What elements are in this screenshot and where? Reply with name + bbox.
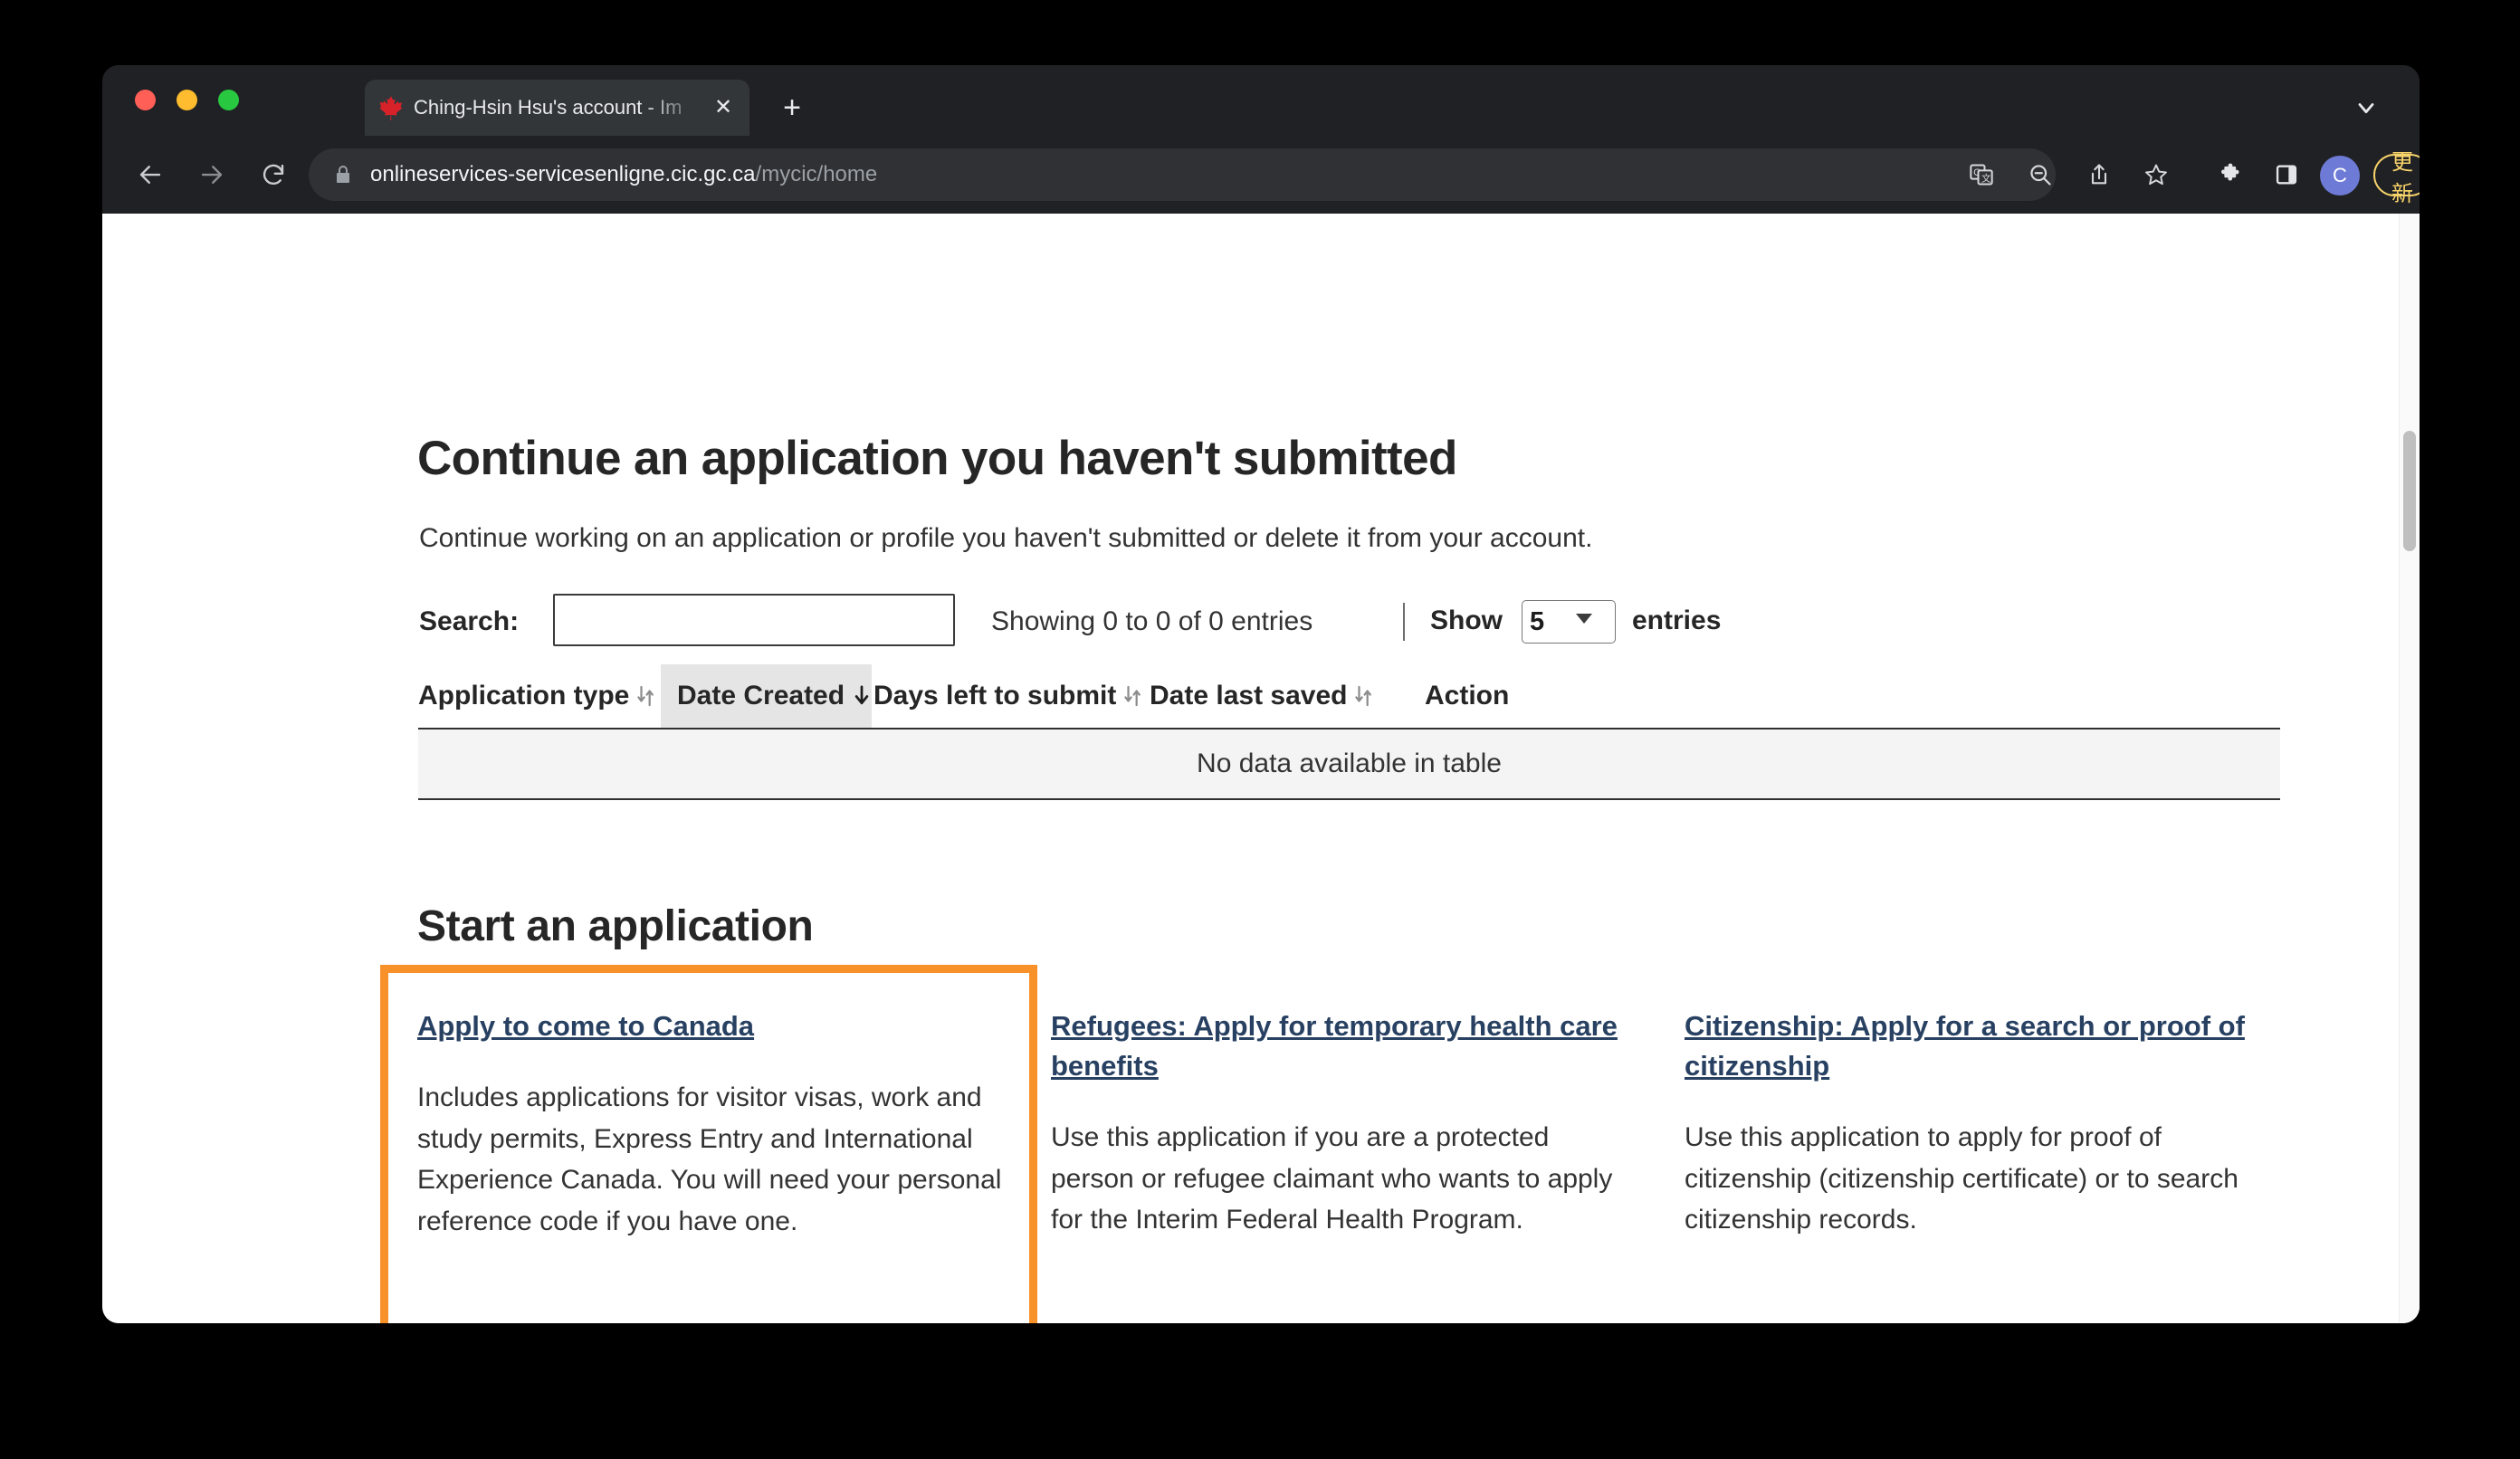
card-apply-to-come-to-canada: Apply to come to Canada Includes applica… [417,1006,1015,1242]
close-window-button[interactable] [135,90,156,110]
show-label: Show [1430,606,1503,635]
url-domain: onlineservices-servicesenligne.cic.gc.ca [370,162,756,186]
column-header-action: Action [1425,664,1509,728]
page-scrollbar[interactable] [2399,214,2420,1323]
page-content: Continue an application you haven't subm… [102,214,2400,1323]
column-header-date-last-saved[interactable]: Date last saved [1150,664,1374,728]
page-title: Continue an application you haven't subm… [417,432,1457,485]
chevron-down-icon[interactable] [2351,92,2382,123]
entries-suffix-label: entries [1632,606,1722,635]
applications-table: Application type Date Created Days left … [418,664,2280,800]
puzzle-icon[interactable] [2211,156,2249,194]
column-header-label: Action [1425,681,1510,710]
link-citizenship-proof[interactable]: Citizenship: Apply for a search or proof… [1685,1010,2245,1082]
address-bar[interactable]: onlineservices-servicesenligne.cic.gc.ca… [309,148,2056,201]
page-subtitle: Continue working on an application or pr… [419,523,1593,553]
address-bar-url: onlineservices-servicesenligne.cic.gc.ca… [370,162,877,187]
browser-window: Ching-Hsin Hsu's account - Im ✕ + online… [102,65,2420,1323]
search-label: Search: [419,606,520,636]
card-citizenship-proof: Citizenship: Apply for a search or proof… [1685,1006,2264,1241]
browser-tab[interactable]: Ching-Hsin Hsu's account - Im ✕ [365,80,749,136]
share-icon[interactable] [2080,156,2118,194]
table-empty-row: No data available in table [418,728,2280,800]
back-arrow-icon[interactable] [129,154,171,195]
sort-both-icon [636,684,656,708]
column-header-days-left-to-submit[interactable]: Days left to submit [873,664,1143,728]
page-viewport: Continue an application you haven't subm… [102,214,2420,1323]
table-header-row: Application type Date Created Days left … [418,664,2280,728]
url-path: /mycic/home [755,162,878,186]
minimize-window-button[interactable] [177,90,197,110]
column-header-label: Date last saved [1150,681,1348,710]
reload-icon[interactable] [253,154,294,195]
table-empty-message: No data available in table [1197,749,1502,778]
sort-both-icon [1123,684,1143,708]
table-controls: Search: Showing 0 to 0 of 0 entries Show… [419,594,2257,648]
browser-toolbar: onlineservices-servicesenligne.cic.gc.ca… [102,136,2420,214]
entries-per-page-select[interactable]: 5102550100 [1522,600,1616,644]
translate-icon[interactable]: G文 [1962,156,2000,194]
card-description: Use this application to apply for proof … [1685,1122,2238,1235]
link-refugees-health-benefits[interactable]: Refugees: Apply for temporary health car… [1051,1010,1618,1082]
column-header-label: Application type [418,681,630,710]
side-panel-icon[interactable] [2267,156,2305,194]
card-description: Includes applications for visitor visas,… [417,1082,1002,1236]
profile-avatar[interactable]: C [2320,156,2360,195]
new-tab-button[interactable]: + [777,92,807,125]
entries-info: Showing 0 to 0 of 0 entries [991,606,1313,636]
link-apply-to-come-to-canada[interactable]: Apply to come to Canada [417,1010,754,1042]
tab-strip: Ching-Hsin Hsu's account - Im ✕ + [102,65,2420,136]
column-header-application-type[interactable]: Application type [418,664,656,728]
column-header-label: Date Created [677,681,845,710]
column-header-label: Days left to submit [873,681,1117,710]
zoom-out-icon[interactable] [2021,156,2059,194]
svg-text:文: 文 [1981,173,1991,185]
browser-tab-title: Ching-Hsin Hsu's account - Im [414,96,682,119]
close-tab-button[interactable]: ✕ [710,94,737,121]
maple-leaf-icon [377,94,405,121]
column-header-date-created[interactable]: Date Created [661,664,872,728]
maximize-window-button[interactable] [218,90,239,110]
card-description: Use this application if you are a protec… [1051,1122,1613,1235]
bookmark-star-icon[interactable] [2137,156,2175,194]
search-input[interactable] [553,594,955,646]
sort-descending-icon [852,684,872,708]
sort-both-icon [1354,684,1374,708]
forward-arrow-icon[interactable] [191,154,233,195]
section-title-start-application: Start an application [417,902,814,950]
page-scrollbar-thumb[interactable] [2403,431,2416,551]
lock-icon [332,164,354,186]
update-button[interactable]: 更新 [2373,150,2420,206]
divider [1403,603,1405,641]
card-refugees-health-benefits: Refugees: Apply for temporary health car… [1051,1006,1630,1241]
window-traffic-lights [135,90,239,110]
